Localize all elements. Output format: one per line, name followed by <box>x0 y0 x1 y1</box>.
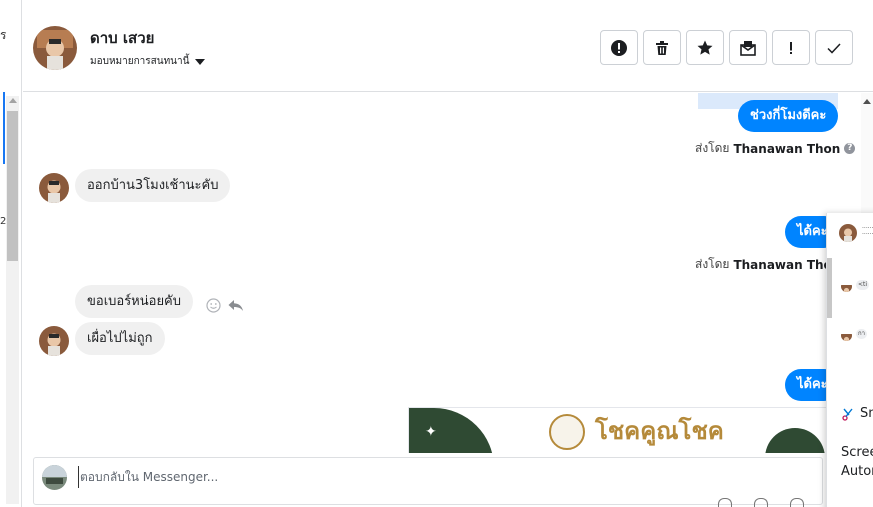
truncated-text: ร <box>0 28 7 42</box>
envelope-icon <box>740 40 756 56</box>
exclamation-icon <box>790 41 792 54</box>
delete-button[interactable] <box>643 30 681 65</box>
assign-dropdown[interactable]: มอบหมายการสนทนานี้ <box>90 54 206 69</box>
outgoing-message[interactable]: ช่วงกี่โมงดีคะ <box>738 100 839 132</box>
panel-avatar <box>841 330 852 341</box>
image-brand-text: โชคคูณโชค <box>595 417 724 445</box>
sender-name: Thanawan Thon <box>733 141 841 156</box>
message-thread[interactable]: ช่วงกี่โมงดีคะ ส่งโดย Thanawan Thon ? ออ… <box>23 93 868 453</box>
action-buttons <box>600 30 853 65</box>
decorative-shape <box>765 428 825 453</box>
decorative-shape <box>409 408 494 453</box>
scroll-up-arrow-icon[interactable] <box>863 99 871 104</box>
conversation-header: ดาบ เสวย มอบหมายการสนทนานี้ <box>23 0 873 92</box>
sparkle-icon: ✦ <box>425 424 437 440</box>
assign-label: มอบหมายการสนทนานี้ <box>90 56 190 67</box>
snip-item[interactable]: Sn <box>842 406 873 421</box>
check-icon <box>827 42 841 54</box>
alert-circle-icon <box>611 39 627 56</box>
reply-arrow-icon[interactable] <box>227 298 244 313</box>
composer-tools <box>718 498 804 507</box>
panel-dots: ...... ...... <box>862 224 873 236</box>
list-scrollbar[interactable] <box>6 96 19 504</box>
panel-scrollbar[interactable] <box>827 258 832 318</box>
mark-unread-button[interactable] <box>729 30 767 65</box>
image-attachment[interactable]: ✦ โชคคูณโชค <box>408 407 828 453</box>
floating-panel[interactable]: ...... ...... <ti กา Sn Scree Autor <box>826 213 873 507</box>
scissors-icon <box>842 408 853 421</box>
reply-box <box>33 457 823 507</box>
logo-seal <box>549 414 585 450</box>
panel-dots-line: ...... <box>862 229 873 236</box>
help-icon[interactable]: ? <box>844 143 856 154</box>
scroll-up-arrow-icon[interactable] <box>9 98 17 103</box>
inbox-screen: ร 2 ดาบ เสวย มอบหมายการสนทนานี้ ช่วงกี่โ… <box>0 0 873 507</box>
trash-icon <box>656 40 668 55</box>
contact-avatar[interactable] <box>39 326 69 356</box>
panel-text: Scree <box>841 445 873 460</box>
sender-name: Thanawan Thon <box>733 257 841 272</box>
message-actions <box>206 298 244 313</box>
panel-text: Autor <box>841 464 873 479</box>
caret-down-icon <box>195 58 206 65</box>
panel-message: กา <box>856 329 868 339</box>
contact-name: ดาบ เสวย <box>90 29 155 47</box>
smiley-icon[interactable] <box>206 298 221 313</box>
sent-by-note: ส่งโดย Thanawan Thon ? <box>695 139 856 158</box>
sent-by-note: ส่งโดย Thanawan Thon <box>695 255 840 274</box>
contact-avatar[interactable] <box>39 173 69 203</box>
star-icon <box>697 40 713 55</box>
conversation-list-edge: ร 2 <box>0 0 22 507</box>
image-icon[interactable] <box>754 498 768 507</box>
emoji-icon[interactable] <box>790 498 804 507</box>
snip-label: Sn <box>860 406 873 421</box>
selected-indicator <box>3 92 5 164</box>
avatar[interactable] <box>33 26 77 70</box>
done-button[interactable] <box>815 30 853 65</box>
reply-input[interactable] <box>78 466 678 488</box>
attachment-icon[interactable] <box>718 498 732 507</box>
panel-avatar <box>839 224 857 242</box>
panel-message: <ti <box>856 280 870 290</box>
panel-avatar <box>841 281 852 292</box>
page-avatar <box>42 465 67 490</box>
sent-by-prefix: ส่งโดย <box>695 257 730 271</box>
star-button[interactable] <box>686 30 724 65</box>
scroll-thumb[interactable] <box>7 111 18 261</box>
spam-button[interactable] <box>600 30 638 65</box>
incoming-message[interactable]: เผื่อไปไม่ถูก <box>75 322 165 355</box>
incoming-message[interactable]: ออกบ้าน3โมงเช้านะคับ <box>75 169 231 202</box>
sent-by-prefix: ส่งโดย <box>695 141 730 155</box>
incoming-message[interactable]: ขอเบอร์หน่อยคับ <box>75 285 194 318</box>
follow-up-button[interactable] <box>772 30 810 65</box>
